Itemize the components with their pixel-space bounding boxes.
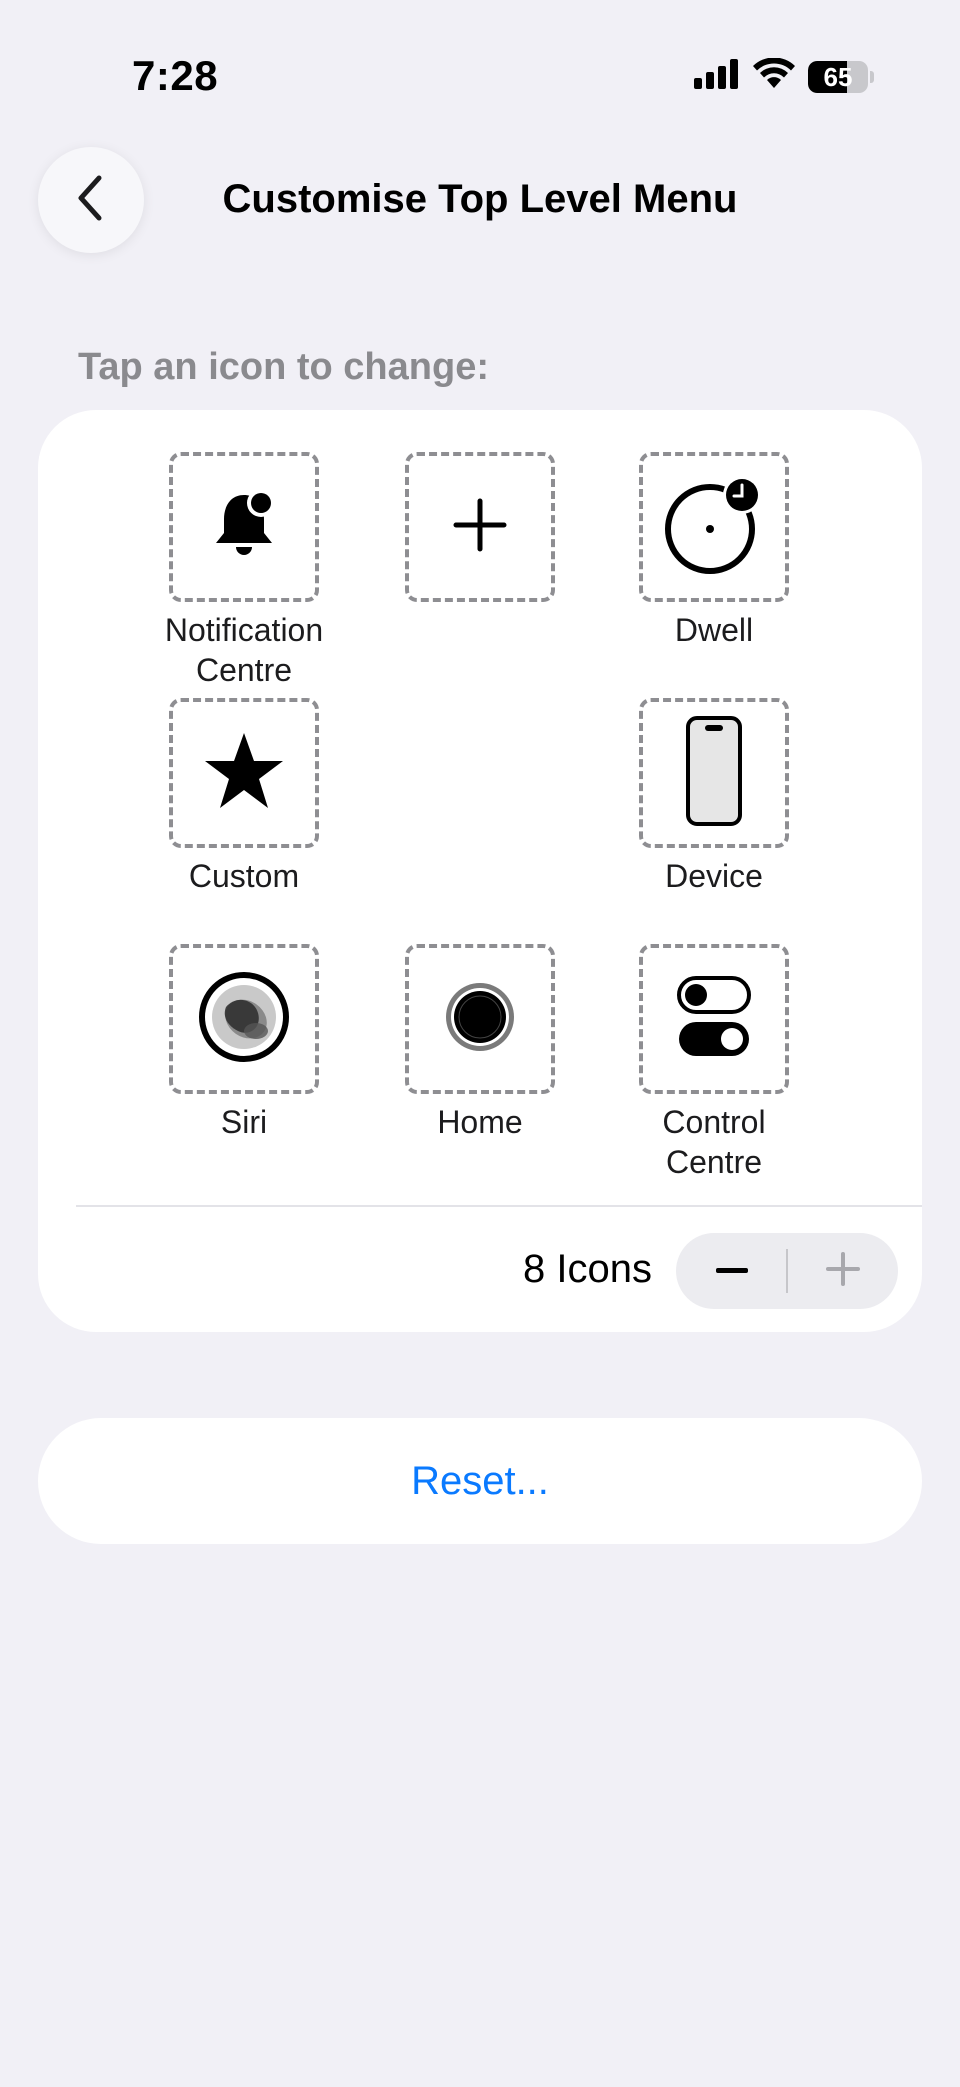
- minus-icon: [714, 1262, 750, 1280]
- icon-grid-card: Notification Centre Dwell Custom Device …: [38, 410, 922, 1332]
- bell-badge-icon: [204, 485, 284, 570]
- slot-box[interactable]: [639, 944, 789, 1094]
- home-button-icon: [442, 979, 518, 1060]
- status-icons: 65: [692, 57, 874, 95]
- status-time: 7:28: [132, 52, 219, 99]
- slot-device[interactable]: Device: [564, 698, 864, 896]
- dwell-timer-icon: [664, 475, 764, 580]
- siri-icon: [196, 969, 292, 1070]
- slot-box[interactable]: [639, 452, 789, 602]
- slot-box[interactable]: [405, 452, 555, 602]
- decrement-button[interactable]: [676, 1233, 787, 1309]
- slot-label: Custom: [188, 858, 300, 894]
- slot-box[interactable]: [169, 698, 319, 848]
- battery-level: 65: [823, 61, 853, 92]
- nav-bar: Customise Top Level Menu: [0, 145, 960, 255]
- toggles-icon: [674, 972, 754, 1067]
- cellular-signal-icon: [692, 58, 740, 95]
- section-header: Tap an icon to change:: [78, 346, 489, 388]
- slot-box[interactable]: [169, 944, 319, 1094]
- slot-label: Dwell: [674, 612, 754, 648]
- slot-custom[interactable]: Custom: [94, 698, 394, 896]
- battery-icon: 65: [808, 60, 874, 93]
- wifi-icon: [752, 57, 796, 95]
- slot-label: Control Centre: [662, 1104, 766, 1180]
- iphone-icon: [684, 715, 744, 832]
- divider: [76, 1205, 922, 1207]
- slot-dwell[interactable]: Dwell: [564, 452, 864, 650]
- slot-box[interactable]: [169, 452, 319, 602]
- reset-label: Reset...: [411, 1458, 549, 1503]
- plus-icon: [825, 1251, 861, 1292]
- slot-label: Device: [665, 858, 763, 894]
- slot-label: Notification Centre: [164, 612, 324, 688]
- icon-count-stepper[interactable]: [676, 1233, 898, 1309]
- reset-button[interactable]: Reset...: [38, 1418, 922, 1544]
- star-icon: [202, 729, 286, 818]
- icon-count-label: 8 Icons: [523, 1247, 652, 1291]
- plus-icon: [450, 495, 510, 560]
- increment-button[interactable]: [787, 1233, 898, 1309]
- page-title: Customise Top Level Menu: [222, 177, 738, 221]
- status-bar: 7:28 65: [0, 0, 960, 150]
- slot-control-centre[interactable]: Control Centre: [564, 944, 864, 1182]
- slot-box[interactable]: [405, 944, 555, 1094]
- slot-box[interactable]: [639, 698, 789, 848]
